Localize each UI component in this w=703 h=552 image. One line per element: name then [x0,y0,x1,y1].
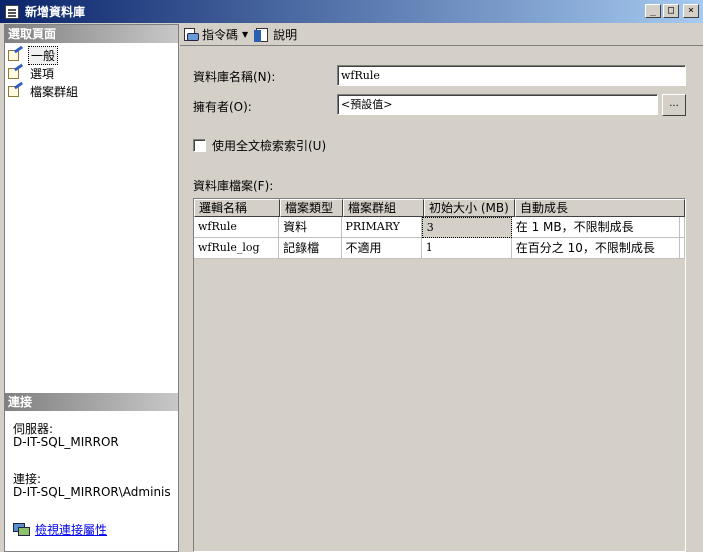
window-app-icon [5,4,19,19]
column-header[interactable]: 檔案群組 [343,199,424,217]
page-item-label: 檔案群組 [30,84,79,99]
script-button[interactable]: 指令碼 ▼ [183,26,248,43]
column-header[interactable]: 自動成長 [515,199,685,217]
filegroups-page-icon [8,81,24,98]
help-label: 說明 [273,28,298,42]
page-item-options[interactable]: 選項 [5,63,178,82]
page-item-label: 選項 [30,66,55,81]
connection-section: 連接 伺服器: D-IT-SQL_MIRROR 連接: D-IT-SQL_MIR… [5,393,178,538]
minimize-button[interactable]: _ [645,4,661,18]
cell-initial-size[interactable]: 1 [421,238,512,259]
connection-header: 連接 [5,393,178,411]
connection-value: D-IT-SQL_MIRROR\Administratc [13,486,170,499]
cell-autogrowth[interactable]: 在 1 MB，不限制成長 [511,217,680,238]
column-header[interactable]: 初始大小 (MB) [424,199,515,217]
script-icon [183,27,199,43]
cell-file-type[interactable]: 資料 [279,217,342,238]
server-label: 伺服器: [13,423,54,436]
left-pane: 選取頁面 一般 選項 檔案群組 連接 伺服器: D-IT-SQL_MIRROR … [4,24,179,552]
view-connection-properties-link[interactable]: 檢視連接屬性 [35,521,107,538]
select-page-header: 選取頁面 [5,25,178,43]
help-button[interactable]: 說明 [254,26,297,43]
server-value: D-IT-SQL_MIRROR [13,436,119,449]
view-connection-properties[interactable]: 檢視連接屬性 [13,521,178,538]
close-button[interactable]: × [683,4,699,18]
toolbar: 指令碼 ▼ 說明 [180,24,703,46]
window-title: 新增資料庫 [25,5,86,19]
page-list: 一般 選項 檔案群組 [5,43,178,100]
db-name-input[interactable]: wfRule [337,65,686,86]
connection-properties-icon [13,522,31,537]
table-header: 邏輯名稱 檔案類型 檔案群組 初始大小 (MB) 自動成長 [194,199,685,217]
table-row[interactable]: wfRule_log 記錄檔 不適用 1 在百分之 10，不限制成長 [194,238,685,259]
cell-file-type[interactable]: 記錄檔 [279,238,342,259]
general-form: 資料庫名稱(N): wfRule 擁有者(O): <預設值> ... 使用全文檢… [180,47,703,552]
checkbox-box[interactable] [193,139,206,152]
table-row[interactable]: wfRule 資料 PRIMARY 3 在 1 MB，不限制成長 [194,217,685,238]
cell-logical-name[interactable]: wfRule_log [194,238,280,259]
column-header[interactable]: 檔案類型 [280,199,343,217]
title-bar: 新增資料庫 _ □ × [0,0,703,23]
db-files-label: 資料庫檔案(F): [193,179,274,193]
options-page-icon [8,63,24,80]
owner-input[interactable]: <預設值> [337,94,658,115]
maximize-button[interactable]: □ [663,4,679,18]
fulltext-checkbox[interactable]: 使用全文檢索索引(U) [193,137,326,154]
db-files-table: 邏輯名稱 檔案類型 檔案群組 初始大小 (MB) 自動成長 wfRule 資料 … [193,198,686,552]
browse-owner-button[interactable]: ... [662,94,686,116]
page-item-general[interactable]: 一般 [5,45,178,65]
general-page-icon [8,45,24,62]
owner-label: 擁有者(O): [193,100,252,114]
page-item-filegroups[interactable]: 檔案群組 [5,81,178,100]
cell-logical-name[interactable]: wfRule [194,217,280,238]
window-controls: _ □ × [645,4,699,18]
cell-filegroup[interactable]: PRIMARY [341,217,422,238]
dropdown-arrow-icon[interactable]: ▼ [242,30,248,39]
cell-autogrowth[interactable]: 在百分之 10，不限制成長 [511,238,680,259]
help-icon [254,27,270,43]
db-name-label: 資料庫名稱(N): [193,70,276,84]
cell-filegroup[interactable]: 不適用 [341,238,422,259]
page-item-label: 一般 [28,45,59,65]
fulltext-label: 使用全文檢索索引(U) [212,139,327,153]
column-header[interactable]: 邏輯名稱 [194,199,280,217]
script-label: 指令碼 [202,28,239,42]
cell-initial-size[interactable]: 3 [421,217,512,238]
connection-label: 連接: [13,473,42,486]
